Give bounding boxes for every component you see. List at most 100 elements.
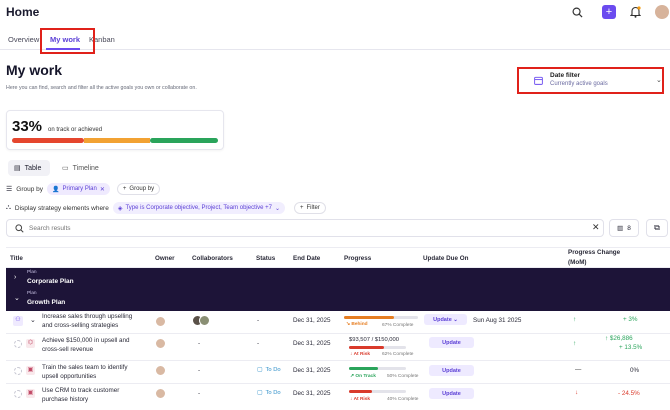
trend-up-icon: ↑ <box>573 316 577 323</box>
owner-avatar[interactable] <box>155 388 166 401</box>
search-input[interactable] <box>29 223 569 234</box>
row-title-line2[interactable]: cross-sell revenue <box>42 346 93 353</box>
add-filter-button[interactable]: + Filter <box>293 202 326 214</box>
plan-group-row[interactable]: ⌄ Plan Growth Plan <box>6 289 670 311</box>
tab-overview[interactable]: Overview <box>8 35 39 44</box>
col-owner[interactable]: Owner <box>155 255 175 262</box>
change-percent: + 13.5% <box>619 344 643 351</box>
progress-bar <box>349 367 406 370</box>
progress-value: $93,507 / $150,000 <box>349 337 399 343</box>
collaborators-value: - <box>198 367 201 374</box>
add-button[interactable]: + <box>602 5 616 19</box>
task-icon: ▣ <box>26 366 35 375</box>
search-icon[interactable] <box>571 6 584 19</box>
chevron-down-icon: ⌄ <box>274 205 280 212</box>
col-status[interactable]: Status <box>256 255 275 262</box>
summary-label: on track or achieved <box>48 127 103 133</box>
col-progress[interactable]: Progress <box>344 255 371 262</box>
table-header: Title Owner Collaborators Status End Dat… <box>6 247 670 268</box>
table-icon: ▤ <box>14 165 21 172</box>
row-title-line2[interactable]: purchase history <box>42 396 88 403</box>
tab-bar: Overview My work Kanban <box>0 30 670 50</box>
col-title[interactable]: Title <box>10 255 23 262</box>
clear-search-icon[interactable]: ✕ <box>592 222 600 233</box>
search-icon <box>15 224 24 233</box>
user-avatar[interactable] <box>655 5 669 19</box>
col-collaborators[interactable]: Collaborators <box>192 255 233 262</box>
strategy-label: Display strategy elements where <box>14 204 109 212</box>
update-button[interactable]: Update ⌄ <box>424 314 467 325</box>
table-row[interactable]: ▣ Train the sales team to identify upsel… <box>6 361 670 384</box>
progress-caption: 67% Complete <box>382 323 414 328</box>
task-icon: ▣ <box>26 389 35 398</box>
owner-avatar[interactable] <box>155 338 166 351</box>
progress-status: ↓ At Risk <box>350 397 371 402</box>
trend-down-icon: ↓ <box>575 389 579 396</box>
add-group-by-button[interactable]: + Group by <box>116 183 161 195</box>
status-todo[interactable]: ▢ To Do <box>257 390 281 396</box>
key-result-icon: ⌬ <box>26 339 35 348</box>
col-progress-change-mom: (MoM) <box>568 259 587 266</box>
update-button[interactable]: Update <box>429 337 474 348</box>
progress-status: ↓ At Risk <box>350 352 371 357</box>
plan-type-label: Plan <box>27 291 37 296</box>
progress-caption: 50% Complete <box>387 374 419 379</box>
owner-avatar[interactable] <box>155 365 166 378</box>
summary-bar-behind <box>84 138 150 143</box>
status-value: - <box>257 340 260 347</box>
group-by-label: Group by <box>16 185 44 193</box>
progress-status: ↗ On Track <box>350 374 376 379</box>
collaborator-avatars[interactable] <box>192 315 210 328</box>
table-row[interactable]: ⚇ ⌄ Increase sales through upselling and… <box>6 311 670 334</box>
columns-button[interactable]: ▥ 8 <box>609 219 639 237</box>
todo-icon: ▢ <box>257 367 263 373</box>
hierarchy-icon: ⛬ <box>6 204 11 211</box>
plan-group-row[interactable]: › Plan Corporate Plan <box>6 268 670 289</box>
columns-count: 8 <box>627 224 631 232</box>
col-end-date[interactable]: End Date <box>293 255 320 262</box>
status-todo[interactable]: ▢ To Do <box>257 367 281 373</box>
progress-caption: 62% Complete <box>382 352 414 357</box>
owner-avatar[interactable] <box>155 316 166 329</box>
end-date-value: Dec 31, 2025 <box>293 367 331 374</box>
change-value: 0% <box>630 367 640 374</box>
row-title-line1[interactable]: Use CRM to track customer <box>42 387 119 394</box>
change-value: - 24.5% <box>618 390 640 397</box>
bell-icon[interactable] <box>629 5 642 19</box>
group-by-chip[interactable]: 👤 Primary Plan ✕ <box>47 183 110 195</box>
plan-type-label: Plan <box>27 270 37 275</box>
highlight-box-my-work <box>40 28 95 54</box>
row-title-line2[interactable]: upsell opportunities <box>42 373 96 380</box>
plan-name: Growth Plan <box>27 299 66 306</box>
search-box[interactable]: ✕ <box>6 219 604 237</box>
chevron-down-icon[interactable]: ⌄ <box>14 294 20 302</box>
tag-icon: ◈ <box>117 205 123 212</box>
update-button[interactable]: Update <box>429 388 474 399</box>
collaborators-value: - <box>198 390 201 397</box>
col-progress-change[interactable]: Progress Change <box>568 249 620 256</box>
page-subtitle: Here you can find, search and filter all… <box>6 85 197 91</box>
trend-up-icon: ↑ <box>573 340 577 347</box>
progress-caption: 40% Complete <box>387 397 419 402</box>
export-icon[interactable]: ⧉ <box>646 219 668 237</box>
checkbox-icon[interactable] <box>14 367 22 375</box>
row-title-line1[interactable]: Train the sales team to identify <box>42 364 128 371</box>
expand-chevron-icon[interactable]: ⌄ <box>30 316 36 324</box>
row-title-line1[interactable]: Increase sales through upselling <box>42 313 132 320</box>
end-date-value: Dec 31, 2025 <box>293 340 331 347</box>
chevron-right-icon[interactable]: › <box>14 274 16 281</box>
row-title-line1[interactable]: Achieve $150,000 in upsell and <box>42 337 130 344</box>
table-row[interactable]: ⌬ Achieve $150,000 in upsell and cross-s… <box>6 334 670 361</box>
strategy-type-chip[interactable]: ◈ Type is Corporate objective, Project, T… <box>112 202 285 214</box>
close-icon[interactable]: ✕ <box>100 186 105 193</box>
update-button[interactable]: Update <box>429 365 474 376</box>
row-title-line2[interactable]: and cross-selling strategies <box>42 322 118 329</box>
col-update-due[interactable]: Update Due On <box>423 255 468 262</box>
view-tab-timeline[interactable]: ▭ Timeline <box>56 160 108 176</box>
progress-status: ↘ Behind <box>346 322 368 327</box>
checkbox-icon[interactable] <box>14 340 22 348</box>
collaborators-value: - <box>198 340 201 347</box>
table-row[interactable]: ▣ Use CRM to track customer purchase his… <box>6 384 670 410</box>
checkbox-icon[interactable] <box>14 390 22 398</box>
view-tab-table[interactable]: ▤ Table <box>8 160 50 176</box>
